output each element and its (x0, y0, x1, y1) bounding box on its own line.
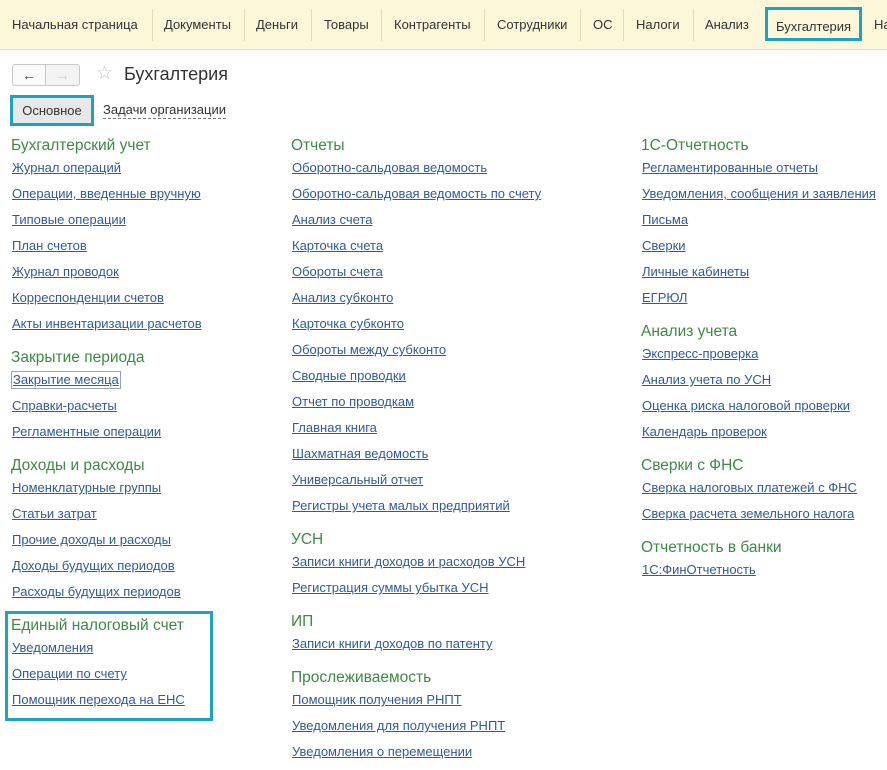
section-title-ip: ИП (291, 613, 314, 630)
link-deferred-income[interactable]: Доходы будущих периодов (12, 558, 175, 574)
link-account-analysis[interactable]: Анализ счета (292, 212, 372, 228)
subtab-main[interactable]: Основное (10, 95, 94, 126)
link-account-card[interactable]: Карточка счета (292, 238, 383, 254)
link-trial-balance-by-account[interactable]: Оборотно-сальдовая ведомость по счету (292, 186, 541, 202)
tab-separator (623, 9, 624, 41)
link-manual-operations[interactable]: Операции, введенные вручную (12, 186, 201, 202)
link-typical-operations[interactable]: Типовые операции (12, 212, 126, 228)
link-tax-audit-risk[interactable]: Оценка риска налоговой проверки (642, 398, 850, 414)
tab-separator (152, 9, 153, 41)
link-1c-finreporting[interactable]: 1С:ФинОтчетность (642, 562, 756, 578)
tab-documents[interactable]: Документы (164, 0, 231, 49)
link-rnpt-notifications[interactable]: Уведомления для получения РНПТ (292, 718, 505, 734)
link-notifications-messages[interactable]: Уведомления, сообщения и заявления (642, 186, 876, 202)
subtab-organization-tasks[interactable]: Задачи организации (103, 102, 227, 119)
tab-separator (693, 9, 694, 41)
link-chart-of-accounts[interactable]: План счетов (12, 238, 87, 254)
link-entries-report[interactable]: Отчет по проводкам (292, 394, 414, 410)
tab-counterparties[interactable]: Контрагенты (394, 0, 471, 49)
section-title-income-expenses: Доходы и расходы (11, 457, 145, 474)
link-notifications[interactable]: Уведомления (12, 640, 93, 656)
link-land-tax-reconciliation[interactable]: Сверка расчета земельного налога (642, 506, 854, 522)
link-routine-operations[interactable]: Регламентные операции (12, 424, 161, 440)
section-title-fns-reconciliations: Сверки с ФНС (641, 457, 744, 474)
link-account-correspondence[interactable]: Корреспонденции счетов (12, 290, 164, 306)
link-inventory-acts[interactable]: Акты инвентаризации расчетов (12, 316, 202, 332)
tab-separator (580, 9, 581, 41)
link-letters[interactable]: Письма (642, 212, 688, 228)
tab-money[interactable]: Деньги (256, 0, 298, 49)
link-rnpt-assistant[interactable]: Помощник получения РНПТ (292, 692, 462, 708)
arrow-right-icon: → (55, 67, 70, 83)
section-title-period-close: Закрытие периода (11, 349, 145, 366)
link-calculations[interactable]: Справки-расчеты (12, 398, 117, 414)
link-cost-items[interactable]: Статьи затрат (12, 506, 97, 522)
link-other-income-expenses[interactable]: Прочие доходы и расходы (12, 532, 171, 548)
link-usn-book-entries[interactable]: Записи книги доходов и расходов УСН (292, 554, 525, 570)
link-subconto-card[interactable]: Карточка субконто (292, 316, 404, 332)
link-account-turnovers[interactable]: Обороты счета (292, 264, 383, 280)
link-reconciliations[interactable]: Сверки (642, 238, 686, 254)
link-egrul[interactable]: ЕГРЮЛ (642, 290, 687, 306)
section-title-usn: УСН (291, 531, 324, 548)
forward-button[interactable]: → (46, 64, 80, 86)
back-button[interactable]: ← (12, 64, 46, 86)
link-operations-journal[interactable]: Журнал операций (12, 160, 121, 176)
tab-accounting[interactable]: Бухгалтерия (765, 7, 863, 41)
link-patent-book-entries[interactable]: Записи книги доходов по патенту (292, 636, 492, 652)
link-audit-calendar[interactable]: Календарь проверок (642, 424, 767, 440)
link-tax-payments-reconciliation[interactable]: Сверка налоговых платежей с ФНС (642, 480, 857, 496)
link-small-business-registers[interactable]: Регистры учета малых предприятий (292, 498, 510, 514)
link-personal-accounts[interactable]: Личные кабинеты (642, 264, 749, 280)
section-title-unified-tax-account: Единый налоговый счет (11, 617, 184, 634)
top-menu-bar: Начальная страница Документы Деньги Това… (0, 0, 887, 50)
link-usn-analysis[interactable]: Анализ учета по УСН (642, 372, 771, 388)
section-title-accounting-analysis: Анализ учета (641, 323, 738, 340)
link-general-ledger[interactable]: Главная книга (292, 420, 377, 436)
link-summary-entries[interactable]: Сводные проводки (292, 368, 406, 384)
page-title: Бухгалтерия (124, 64, 228, 84)
tab-separator (311, 9, 312, 41)
tab-goods[interactable]: Товары (324, 0, 369, 49)
tab-analysis[interactable]: Анализ (705, 0, 749, 49)
link-account-operations[interactable]: Операции по счету (12, 666, 127, 682)
link-subconto-analysis[interactable]: Анализ субконто (292, 290, 393, 306)
tab-separator (381, 9, 382, 41)
link-regulated-reports[interactable]: Регламентированные отчеты (642, 160, 818, 176)
section-title-accounting: Бухгалтерский учет (11, 137, 151, 154)
tab-separator (484, 9, 485, 41)
link-movement-notifications[interactable]: Уведомления о перемещении (292, 744, 472, 760)
section-title-traceability: Прослеживаемость (291, 669, 432, 686)
link-trial-balance[interactable]: Оборотно-сальдовая ведомость (292, 160, 487, 176)
link-ens-transition-assistant[interactable]: Помощник перехода на ЕНС (12, 692, 185, 708)
favorite-star-icon[interactable]: ☆ (96, 63, 113, 85)
link-usn-loss-registration[interactable]: Регистрация суммы убытка УСН (292, 580, 489, 596)
tab-overflow[interactable]: На (874, 0, 887, 49)
link-nomenclature-groups[interactable]: Номенклатурные группы (12, 480, 161, 496)
arrow-left-icon: ← (22, 67, 36, 83)
section-title-bank-reporting: Отчетность в банки (641, 539, 782, 556)
link-deferred-expenses[interactable]: Расходы будущих периодов (12, 584, 181, 600)
tab-start-page[interactable]: Начальная страница (12, 0, 138, 49)
link-month-close[interactable]: Закрытие месяца (11, 371, 121, 389)
link-express-check[interactable]: Экспресс-проверка (642, 346, 758, 362)
link-universal-report[interactable]: Универсальный отчет (292, 472, 423, 488)
section-title-1c-reporting: 1С-Отчетность (641, 137, 749, 154)
link-entries-journal[interactable]: Журнал проводок (12, 264, 119, 280)
tab-employees[interactable]: Сотрудники (497, 0, 567, 49)
link-chess-sheet[interactable]: Шахматная ведомость (292, 446, 428, 462)
tab-taxes[interactable]: Налоги (636, 0, 680, 49)
link-turnovers-between-subconto[interactable]: Обороты между субконто (292, 342, 446, 358)
section-title-reports: Отчеты (291, 137, 345, 154)
tab-separator (244, 9, 245, 41)
tab-fixed-assets[interactable]: ОС (593, 0, 613, 49)
